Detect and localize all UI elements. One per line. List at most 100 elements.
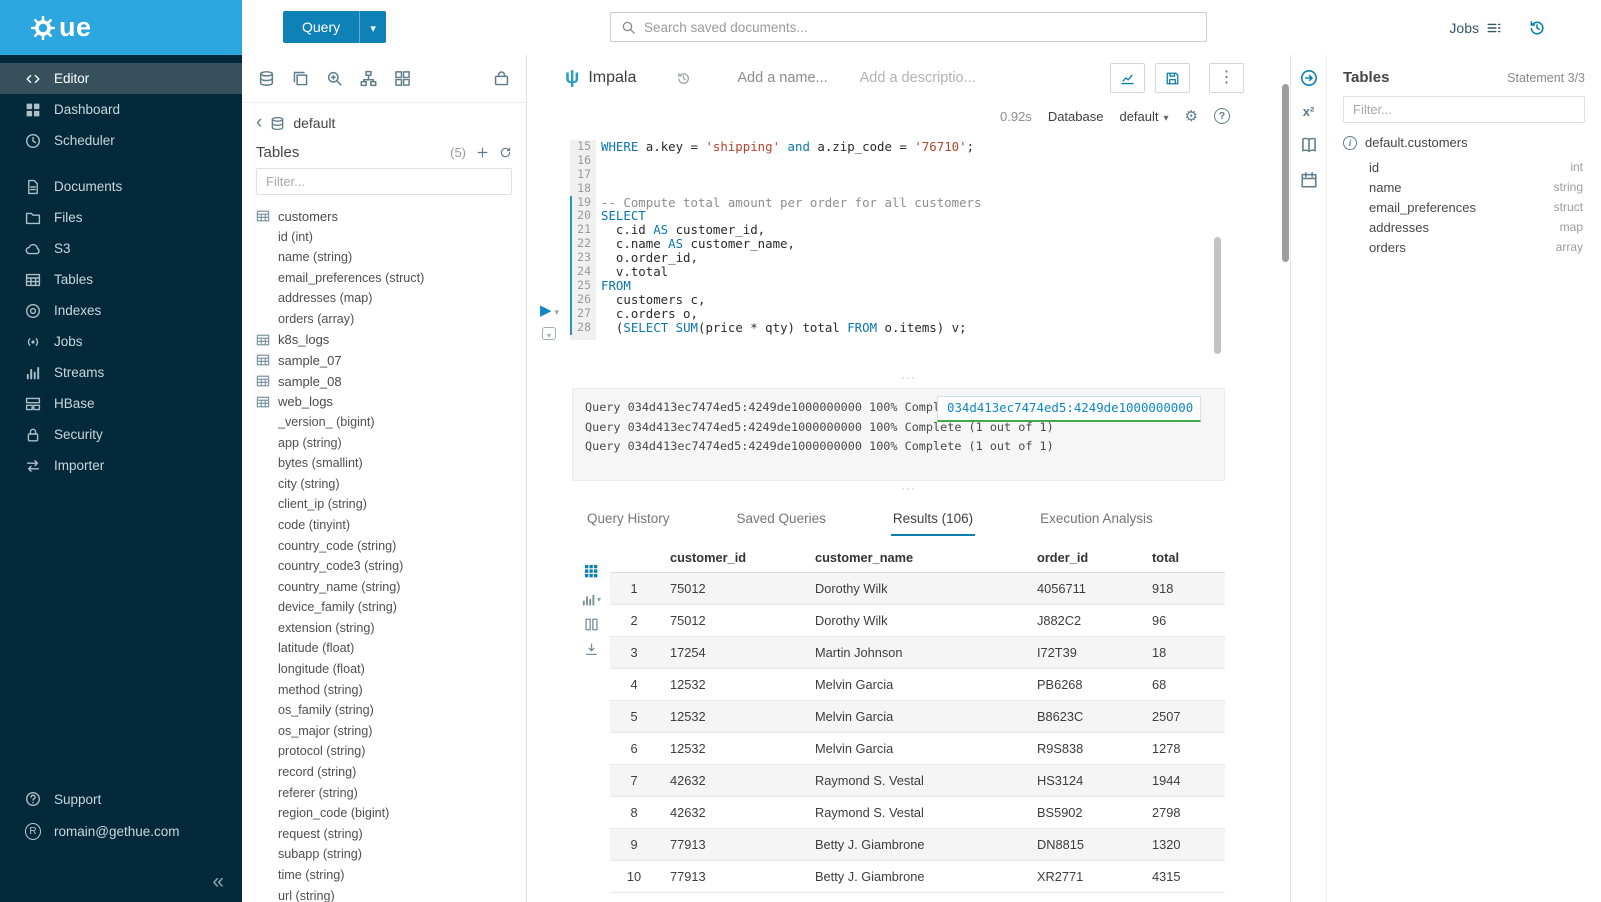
- sidebar-item-s3[interactable]: S3: [0, 233, 242, 264]
- column-item[interactable]: id (int): [256, 227, 526, 248]
- right-filter-input[interactable]: [1343, 96, 1585, 123]
- database-breadcrumb[interactable]: default: [293, 115, 335, 131]
- column-item[interactable]: email_preferencesstruct: [1343, 197, 1585, 217]
- sidebar-item-editor[interactable]: Editor: [0, 63, 242, 94]
- collapse-sidebar-button[interactable]: «: [212, 870, 224, 894]
- sidebar-item-jobs[interactable]: Jobs: [0, 326, 242, 357]
- execute-options-caret[interactable]: ▾: [555, 302, 560, 320]
- column-item[interactable]: subapp (string): [256, 844, 526, 865]
- column-item[interactable]: bytes (smallint): [256, 453, 526, 474]
- columns-icon[interactable]: [584, 617, 599, 632]
- sidebar-item-tables[interactable]: Tables: [0, 264, 242, 295]
- column-item[interactable]: namestring: [1343, 177, 1585, 197]
- hierarchy-icon[interactable]: [360, 70, 377, 87]
- query-button[interactable]: Query: [283, 11, 359, 43]
- tab-results-106[interactable]: Results (106): [891, 505, 975, 536]
- sidebar-item-documents[interactable]: Documents: [0, 171, 242, 202]
- tab-execution-analysis[interactable]: Execution Analysis: [1038, 505, 1155, 536]
- sql-editor[interactable]: 1516171819202122232425262728 WHERE a.key…: [570, 140, 1288, 340]
- column-item[interactable]: code (tinyint): [256, 515, 526, 536]
- execute-button[interactable]: ▶: [540, 302, 552, 320]
- column-item[interactable]: record (string): [256, 762, 526, 783]
- sidebar-item-indexes[interactable]: Indexes: [0, 295, 242, 326]
- query-dropdown-button[interactable]: ▾: [359, 11, 386, 43]
- resize-handle[interactable]: [527, 485, 1290, 497]
- column-item[interactable]: orders (array): [256, 309, 526, 330]
- sidebar-item-scheduler[interactable]: Scheduler: [0, 125, 242, 156]
- column-item[interactable]: latitude (float): [256, 638, 526, 659]
- search-icon[interactable]: [326, 70, 343, 87]
- main-scrollbar[interactable]: [1282, 84, 1289, 262]
- column-item[interactable]: method (string): [256, 680, 526, 701]
- documents-icon[interactable]: [292, 70, 309, 87]
- back-chevron-icon[interactable]: ‹: [256, 118, 262, 128]
- column-item[interactable]: country_code3 (string): [256, 556, 526, 577]
- hue-logo[interactable]: ue: [0, 0, 242, 55]
- column-item[interactable]: url (string): [256, 886, 526, 902]
- editor-settings-button[interactable]: ▾: [542, 327, 556, 340]
- column-item[interactable]: country_name (string): [256, 577, 526, 598]
- column-item[interactable]: email_preferences (struct): [256, 268, 526, 289]
- sidebar-item-importer[interactable]: Importer: [0, 450, 242, 481]
- more-actions-button[interactable]: ⋮: [1209, 63, 1244, 93]
- schedule-icon[interactable]: [1300, 171, 1318, 189]
- database-select[interactable]: default ▾: [1119, 109, 1168, 124]
- column-item[interactable]: ordersarray: [1343, 237, 1585, 257]
- table-item-web-logs[interactable]: web_logs: [256, 391, 526, 412]
- column-header-customer-name[interactable]: customer_name: [803, 543, 1025, 573]
- refresh-icon[interactable]: [499, 146, 512, 159]
- editor-scrollbar[interactable]: [1214, 237, 1221, 354]
- sidebar-item-streams[interactable]: Streams: [0, 357, 242, 388]
- chart-view-button[interactable]: ▾: [581, 589, 601, 607]
- table-item-k8s-logs[interactable]: k8s_logs: [256, 330, 526, 351]
- save-button[interactable]: [1155, 63, 1190, 93]
- sidebar-item-dashboard[interactable]: Dashboard: [0, 94, 242, 125]
- column-item[interactable]: addressesmap: [1343, 217, 1585, 237]
- search-input[interactable]: [644, 20, 1196, 35]
- active-table-name[interactable]: default.customers: [1365, 135, 1468, 150]
- jobs-link[interactable]: Jobs: [1449, 20, 1502, 36]
- table-item-sample-07[interactable]: sample_07: [256, 350, 526, 371]
- language-reference-icon[interactable]: [1300, 136, 1318, 154]
- column-item[interactable]: extension (string): [256, 618, 526, 639]
- table-item-customers[interactable]: customers: [256, 206, 526, 227]
- settings-gear-icon[interactable]: ⚙: [1185, 109, 1198, 124]
- sidebar-item-files[interactable]: Files: [0, 202, 242, 233]
- sidebar-item-support[interactable]: Support: [0, 783, 242, 815]
- sidebar-item-romain-gethue-com[interactable]: Rromain@gethue.com: [0, 815, 242, 847]
- column-header-customer-id[interactable]: customer_id: [658, 543, 803, 573]
- engine-name[interactable]: Impala: [588, 69, 636, 87]
- column-item[interactable]: addresses (map): [256, 288, 526, 309]
- column-item[interactable]: _version_ (bigint): [256, 412, 526, 433]
- sidebar-item-security[interactable]: Security: [0, 419, 242, 450]
- table-filter-input[interactable]: [256, 168, 512, 195]
- column-item[interactable]: device_family (string): [256, 597, 526, 618]
- tab-query-history[interactable]: Query History: [585, 505, 672, 536]
- column-item[interactable]: name (string): [256, 247, 526, 268]
- column-item[interactable]: referer (string): [256, 783, 526, 804]
- databases-icon[interactable]: [258, 70, 275, 87]
- column-item[interactable]: request (string): [256, 824, 526, 845]
- add-table-icon[interactable]: [476, 146, 489, 159]
- query-id-tooltip[interactable]: 034d413ec7474ed5:4249de1000000000: [937, 396, 1201, 422]
- column-item[interactable]: region_code (bigint): [256, 803, 526, 824]
- column-item[interactable]: city (string): [256, 474, 526, 495]
- info-icon[interactable]: i: [1343, 136, 1357, 150]
- column-header-total[interactable]: total: [1140, 543, 1225, 573]
- column-item[interactable]: os_family (string): [256, 700, 526, 721]
- column-item[interactable]: time (string): [256, 865, 526, 886]
- examples-icon[interactable]: [493, 70, 510, 87]
- tab-saved-queries[interactable]: Saved Queries: [735, 505, 828, 536]
- chart-button[interactable]: [1110, 63, 1145, 93]
- column-item[interactable]: idint: [1343, 157, 1585, 177]
- column-item[interactable]: os_major (string): [256, 721, 526, 742]
- assistant-icon[interactable]: [1300, 69, 1318, 87]
- column-header-order-id[interactable]: order_id: [1025, 543, 1140, 573]
- table-item-sample-08[interactable]: sample_08: [256, 371, 526, 392]
- query-history-icon[interactable]: [1528, 19, 1546, 37]
- functions-icon[interactable]: x²: [1303, 104, 1315, 119]
- column-item[interactable]: longitude (float): [256, 659, 526, 680]
- help-icon[interactable]: ?: [1214, 108, 1230, 124]
- column-item[interactable]: client_ip (string): [256, 494, 526, 515]
- sidebar-item-hbase[interactable]: HBase: [0, 388, 242, 419]
